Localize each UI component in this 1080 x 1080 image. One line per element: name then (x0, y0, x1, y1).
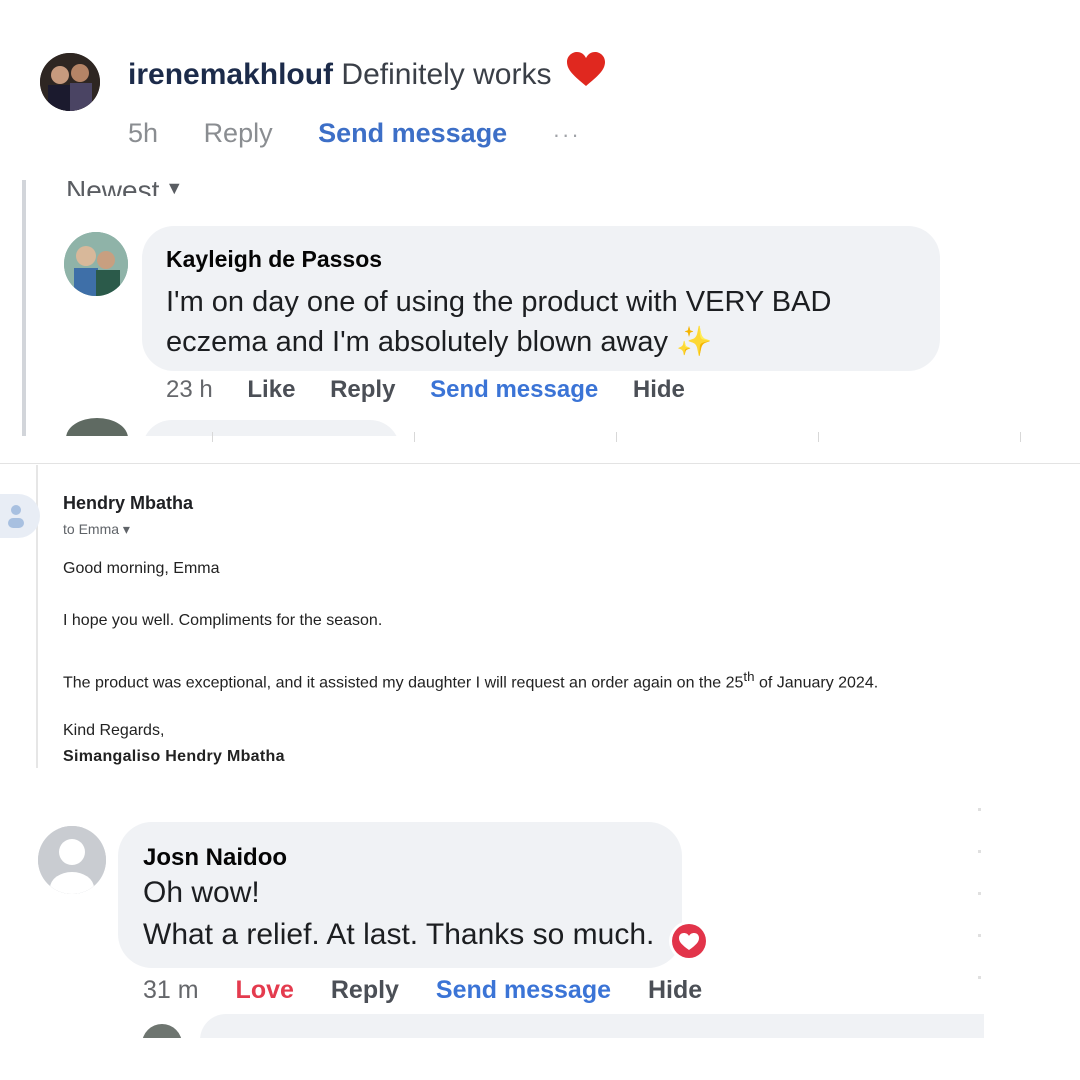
avatar-irenemakhlouf[interactable] (40, 53, 100, 111)
email-sender[interactable]: Hendry Mbatha (63, 493, 193, 514)
sender-avatar-icon (0, 494, 40, 538)
hide-button[interactable]: Hide (633, 376, 685, 403)
love-reaction-icon (668, 920, 710, 962)
thread-connector (22, 180, 26, 436)
date-suffix: th (743, 669, 755, 684)
reply-button[interactable]: Reply (331, 976, 399, 1004)
caret-down-icon: ▼ (165, 178, 184, 196)
sort-label: Newest (66, 175, 160, 196)
caret-down-icon: ▾ (122, 521, 130, 537)
sort-dropdown[interactable]: Newest ▼ (66, 168, 183, 196)
profile-photo (64, 232, 128, 296)
hide-button[interactable]: Hide (648, 976, 702, 1004)
email-line-2: The product was exceptional, and it assi… (63, 669, 878, 692)
comment-text: I'm on day one of using the product with… (166, 286, 832, 358)
next-comment-avatar (66, 418, 128, 436)
comment-line-1: Oh wow! (143, 876, 260, 909)
sparkles-emoji: ✨ (676, 326, 713, 358)
recipient-dropdown[interactable]: to Emma ▾ (63, 521, 130, 538)
comment-author[interactable]: Kayleigh de Passos (166, 246, 382, 273)
comment-line-2: What a relief. At last. Thanks so much. (143, 918, 655, 951)
comment-author[interactable]: Josn Naidoo (143, 844, 287, 872)
email-line-1: I hope you well. Compliments for the sea… (63, 612, 383, 629)
comment-1-actions: 5h Reply Send message ··· (128, 118, 619, 149)
email-greeting: Good morning, Emma (63, 560, 220, 577)
edge-dot (978, 934, 981, 937)
edge-dot (978, 892, 981, 895)
avatar-kayleigh[interactable] (64, 232, 128, 296)
edge-dot (978, 808, 981, 811)
reply-button[interactable]: Reply (330, 376, 395, 403)
send-message-button[interactable]: Send message (430, 376, 598, 403)
more-options-icon[interactable]: ··· (553, 122, 581, 147)
edge-dot (978, 976, 981, 979)
next-comment-bubble (200, 1014, 984, 1038)
profile-photo (40, 53, 100, 111)
send-message-button[interactable]: Send message (318, 118, 507, 148)
next-comment-avatar (142, 1024, 182, 1038)
comment-text: Definitely works (341, 58, 552, 91)
comment-actions: 23 h Like Reply Send message Hide (166, 376, 713, 404)
comment-1-line: irenemakhlouf Definitely works (128, 52, 606, 96)
comment-actions: 31 m Love Reply Send message Hide (143, 976, 732, 1005)
reply-button[interactable]: Reply (204, 118, 273, 148)
send-message-button[interactable]: Send message (436, 976, 611, 1004)
divider-tick (1020, 432, 1021, 442)
next-comment-bubble (142, 420, 400, 436)
edge-dot (978, 850, 981, 853)
comment-time: 23 h (166, 376, 213, 403)
comment-body: I'm on day one of using the product with… (166, 282, 926, 362)
email-signature: Simangaliso Hendry Mbatha (63, 748, 285, 765)
comment-author[interactable]: irenemakhlouf (128, 58, 333, 91)
panel-divider (0, 463, 1080, 464)
love-reaction-button[interactable]: Love (236, 976, 294, 1004)
email-line-2-end: of January 2024. (754, 674, 879, 692)
recipient-label: to Emma (63, 521, 120, 537)
red-heart-emoji-icon (566, 52, 606, 96)
comment-time: 5h (128, 118, 159, 148)
divider-tick (616, 432, 617, 442)
divider-tick (212, 432, 213, 442)
divider-tick (818, 432, 819, 442)
default-avatar-icon[interactable] (38, 826, 106, 894)
like-button[interactable]: Like (247, 376, 295, 403)
comment-time: 31 m (143, 976, 199, 1004)
email-line-2-start: The product was exceptional, and it assi… (63, 674, 744, 692)
divider-tick (414, 432, 415, 442)
email-closing: Kind Regards, (63, 722, 165, 739)
